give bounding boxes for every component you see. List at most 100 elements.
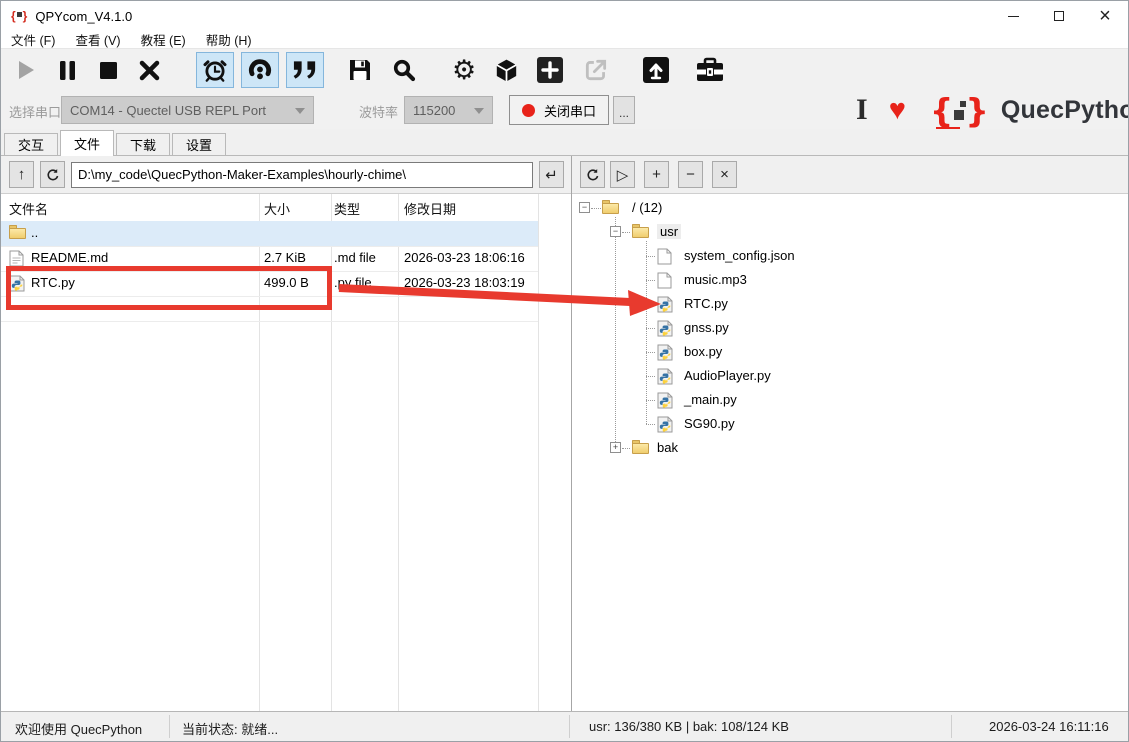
port-label: 选择串口: [9, 102, 61, 121]
delete-button[interactable]: ×: [712, 161, 737, 188]
refresh-device-button[interactable]: [580, 161, 605, 188]
python-file-icon: [657, 368, 673, 385]
file-type: .md file: [334, 250, 376, 265]
tree-item-label: SG90.py: [684, 416, 735, 431]
app-window: {} QPYcom_V4.1.0 × 文件 (F) 查看 (V) 教程 (E) …: [0, 0, 1129, 742]
upload-button[interactable]: [643, 57, 669, 83]
settings-button[interactable]: ⚙: [452, 57, 476, 84]
tree-item-audioplayer[interactable]: AudioPlayer.py: [572, 364, 1128, 388]
heart-icon: ♥: [889, 94, 906, 127]
close-button[interactable]: ×: [1082, 1, 1128, 31]
port-more-button[interactable]: ...: [613, 96, 635, 124]
echo-toggle-button[interactable]: [286, 52, 324, 88]
local-path-input[interactable]: [71, 162, 533, 188]
maximize-button[interactable]: [1036, 1, 1082, 31]
quecpython-logo-icon: { }: [930, 94, 989, 127]
folder-icon: [9, 225, 26, 242]
export-button[interactable]: [583, 57, 609, 83]
menu-tutorial[interactable]: 教程 (E): [131, 30, 196, 49]
minimize-button[interactable]: [990, 1, 1036, 31]
tree-item-label: bak: [657, 440, 678, 455]
tree-item-label: usr: [657, 224, 681, 239]
add-button[interactable]: [537, 57, 563, 83]
firmware-button[interactable]: [695, 57, 725, 83]
port-select[interactable]: COM14 - Quectel USB REPL Port: [61, 96, 314, 124]
tab-bar: 交互 文件 下载 设置: [1, 129, 1128, 156]
baud-select[interactable]: 115200: [404, 96, 493, 124]
refresh-icon: [586, 168, 600, 182]
refresh-local-button[interactable]: [40, 161, 65, 188]
tree-item-label: / (12): [632, 200, 662, 215]
tab-file[interactable]: 文件: [60, 130, 114, 156]
table-row-parent-dir[interactable]: ..: [1, 221, 538, 246]
save-button[interactable]: [348, 58, 372, 82]
package-button[interactable]: [494, 58, 519, 83]
up-arrow-icon: ↑: [18, 166, 26, 183]
tab-settings[interactable]: 设置: [172, 133, 226, 155]
device-toolbar: ▷ + − ×: [572, 156, 1128, 194]
tree-item-box[interactable]: box.py: [572, 340, 1128, 364]
play-button[interactable]: [15, 59, 37, 81]
search-button[interactable]: [392, 58, 416, 82]
col-header-type[interactable]: 类型: [334, 199, 360, 218]
device-file-tree: − / (12) − usr system_config.json: [572, 194, 1128, 711]
chevron-down-icon: [474, 108, 484, 114]
document-icon: [657, 248, 672, 265]
remove-file-button[interactable]: −: [678, 161, 703, 188]
up-directory-button[interactable]: ↑: [9, 161, 34, 188]
file-name: ..: [31, 225, 38, 240]
close-port-button[interactable]: 关闭串口: [509, 95, 609, 125]
headset-icon: [247, 57, 273, 83]
collapse-icon[interactable]: −: [610, 226, 621, 237]
play-icon: [15, 59, 37, 81]
python-file-icon: [657, 416, 673, 433]
package-cube-icon: [494, 58, 519, 83]
window-title: QPYcom_V4.1.0: [35, 9, 132, 24]
python-file-icon: [657, 392, 673, 409]
tree-item-label: _main.py: [684, 392, 737, 407]
tab-repl[interactable]: 交互: [4, 133, 58, 155]
col-header-date[interactable]: 修改日期: [404, 199, 456, 218]
go-path-button[interactable]: ↵: [539, 161, 564, 188]
tree-item-main[interactable]: _main.py: [572, 388, 1128, 412]
baud-select-value: 115200: [413, 103, 455, 118]
collapse-icon[interactable]: −: [579, 202, 590, 213]
listen-toggle-button[interactable]: [241, 52, 279, 88]
refresh-icon: [46, 168, 60, 182]
stop-button[interactable]: [100, 62, 117, 79]
timer-toggle-button[interactable]: [196, 52, 234, 88]
col-header-size[interactable]: 大小: [264, 199, 290, 218]
status-state: 当前状态: 就绪...: [182, 719, 278, 738]
close-icon: ×: [1099, 5, 1111, 28]
export-icon: [583, 57, 609, 83]
pause-icon: [59, 61, 76, 80]
port-status-icon: [522, 104, 535, 117]
tree-item-usr[interactable]: − usr: [572, 220, 1128, 244]
search-icon: [392, 58, 416, 82]
pause-button[interactable]: [59, 61, 76, 80]
menu-help[interactable]: 帮助 (H): [196, 30, 262, 49]
clear-button[interactable]: [139, 60, 160, 81]
run-script-button[interactable]: ▷: [610, 161, 635, 188]
add-file-button[interactable]: +: [644, 161, 669, 188]
annotation-highlight-box: [6, 266, 332, 310]
tree-item-system-config[interactable]: system_config.json: [572, 244, 1128, 268]
tree-item-bak[interactable]: + bak: [572, 436, 1128, 460]
app-logo-icon: {}: [11, 9, 27, 23]
file-tab-content: ↑ ↵ 文件名: [1, 156, 1128, 711]
expand-icon[interactable]: +: [610, 442, 621, 453]
title-bar: {} QPYcom_V4.1.0 ×: [1, 1, 1128, 31]
col-header-name[interactable]: 文件名: [9, 199, 48, 218]
baud-label: 波特率: [359, 102, 398, 121]
port-select-value: COM14 - Quectel USB REPL Port: [70, 103, 266, 118]
brand-area: I ♥ { } QuecPython: [856, 89, 1129, 131]
tree-item-label: box.py: [684, 344, 722, 359]
tree-item-sg90[interactable]: SG90.py: [572, 412, 1128, 436]
menu-view[interactable]: 查看 (V): [65, 30, 130, 49]
python-file-icon: [657, 320, 673, 337]
tab-download[interactable]: 下载: [116, 133, 170, 155]
menu-bar: 文件 (F) 查看 (V) 教程 (E) 帮助 (H): [1, 31, 1128, 48]
minus-icon: −: [686, 166, 695, 183]
menu-file[interactable]: 文件 (F): [1, 30, 65, 49]
tree-item-root[interactable]: − / (12): [572, 196, 1128, 220]
